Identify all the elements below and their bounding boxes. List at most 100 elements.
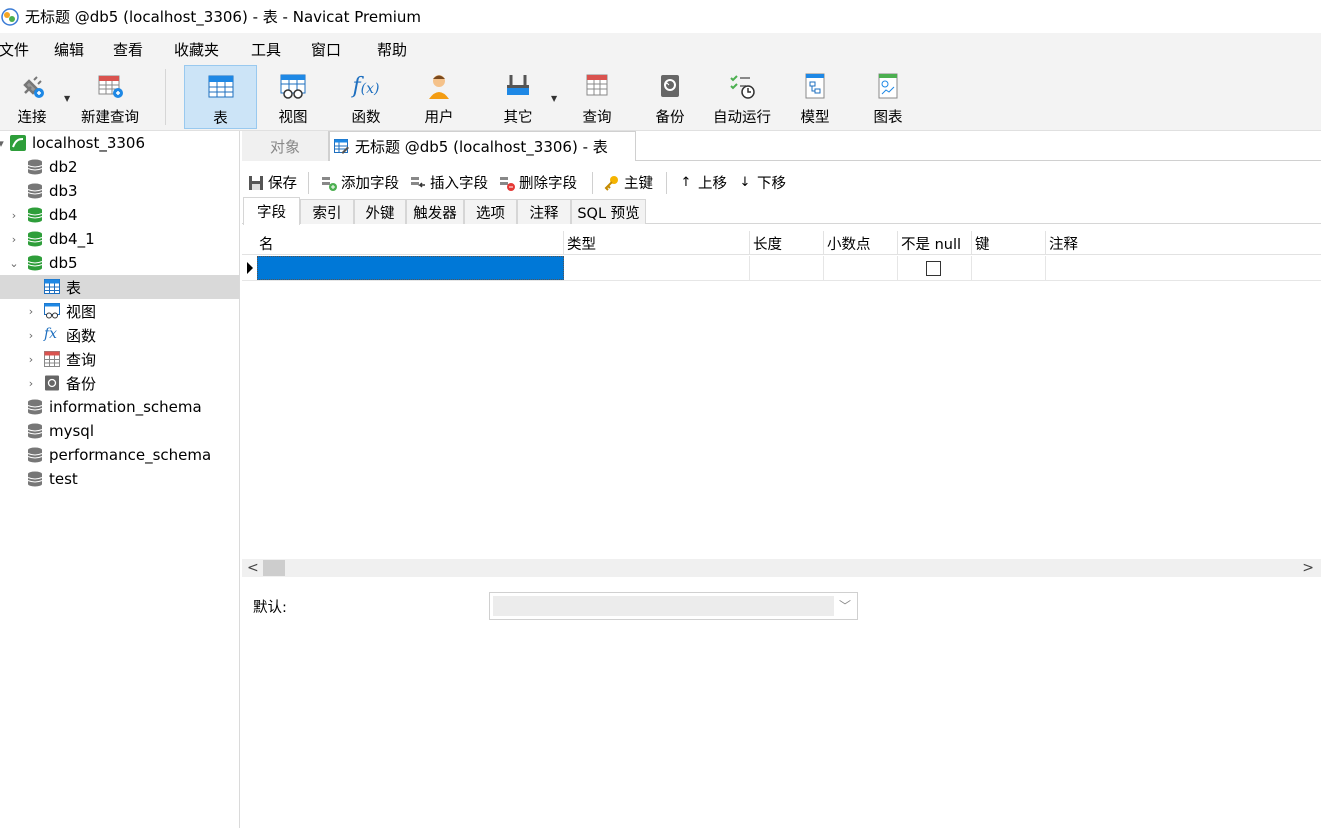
scrollbar-thumb[interactable] — [263, 560, 285, 576]
tab-comment[interactable]: 注释 — [517, 199, 571, 224]
chevron-down-icon[interactable]: ﹀ — [839, 597, 851, 614]
tree-item-backups[interactable]: › 备份 — [0, 371, 239, 395]
other-dropdown-icon[interactable]: ▼ — [551, 94, 557, 103]
tab-fields[interactable]: 字段 — [243, 197, 300, 225]
tree-db-db2[interactable]: db2 — [0, 155, 239, 179]
tree-db-performance-schema[interactable]: performance_schema — [0, 443, 239, 467]
tab-bar-empty — [636, 131, 1321, 161]
tab-table-designer[interactable]: 无标题 @db5 (localhost_3306) - 表 — [329, 131, 636, 161]
scroll-right-icon[interactable]: > — [1302, 560, 1314, 576]
column-header-length[interactable]: 长度 — [750, 231, 824, 255]
chevron-down-icon[interactable]: ▾ — [0, 137, 7, 150]
column-header-not-null[interactable]: 不是 null — [898, 231, 972, 255]
chart-button[interactable]: 图表 — [857, 65, 919, 129]
horizontal-scrollbar[interactable]: < > — [242, 559, 1321, 577]
chevron-right-icon[interactable]: › — [25, 329, 37, 342]
add-field-button[interactable]: 添加字段 — [321, 172, 399, 193]
tree-db-mysql[interactable]: mysql — [0, 419, 239, 443]
tree-item-queries[interactable]: › 查询 — [0, 347, 239, 371]
chevron-right-icon[interactable]: › — [8, 209, 20, 222]
user-button[interactable]: 用户 — [408, 65, 470, 129]
tree-connection-localhost[interactable]: ▾ localhost_3306 — [0, 131, 239, 155]
delete-field-icon — [500, 176, 515, 191]
primary-key-button[interactable]: 主键 — [604, 172, 653, 193]
insert-field-button[interactable]: 插入字段 — [410, 172, 488, 193]
column-header-comment[interactable]: 注释 — [1046, 231, 1321, 255]
field-name-cell[interactable] — [257, 256, 564, 280]
toolbar-separator — [666, 172, 667, 194]
save-icon — [249, 175, 263, 190]
table-design-icon — [334, 138, 349, 154]
not-null-checkbox[interactable] — [926, 261, 941, 276]
database-icon — [27, 447, 43, 463]
tree-item-functions[interactable]: › fx 函数 — [0, 323, 239, 347]
column-header-type[interactable]: 类型 — [564, 231, 750, 255]
main-toolbar: 连接 ▼ 新建查询 表 视图 f(x) 函数 用户 其它 ▼ 查询 备份 自动运… — [0, 65, 1321, 131]
tree-db-information-schema[interactable]: information_schema — [0, 395, 239, 419]
tab-triggers[interactable]: 触发器 — [406, 199, 464, 224]
other-button[interactable]: 其它 — [487, 65, 549, 129]
connect-button[interactable]: 连接 — [2, 65, 62, 129]
tab-objects[interactable]: 对象 — [242, 131, 329, 161]
menu-edit[interactable]: 编辑 — [54, 39, 84, 60]
menu-tools[interactable]: 工具 — [251, 39, 281, 60]
scroll-left-icon[interactable]: < — [247, 560, 259, 576]
tab-indexes[interactable]: 索引 — [300, 199, 354, 224]
view-button[interactable]: 视图 — [262, 65, 324, 129]
grid-header: 名 类型 长度 小数点 不是 null 键 注释 — [242, 231, 1321, 255]
function-icon: fx — [44, 326, 58, 342]
field-length-cell[interactable] — [750, 256, 824, 280]
column-header-name[interactable]: 名 — [256, 231, 564, 255]
delete-field-button[interactable]: 删除字段 — [499, 172, 577, 193]
connect-dropdown-icon[interactable]: ▼ — [64, 94, 70, 103]
backup-button[interactable]: 备份 — [639, 65, 701, 129]
query-button[interactable]: 查询 — [566, 65, 628, 129]
backup-icon — [45, 375, 59, 391]
menu-favorites[interactable]: 收藏夹 — [174, 39, 219, 60]
chevron-right-icon[interactable]: › — [25, 377, 37, 390]
schedule-button[interactable]: 自动运行 — [707, 65, 777, 129]
tree-db-db3[interactable]: db3 — [0, 179, 239, 203]
chevron-right-icon[interactable]: › — [25, 353, 37, 366]
menu-view[interactable]: 查看 — [113, 39, 143, 60]
tab-foreign-keys[interactable]: 外键 — [354, 199, 406, 224]
default-value-select[interactable]: ﹀ — [489, 592, 858, 620]
field-key-cell[interactable] — [972, 256, 1046, 280]
chevron-right-icon[interactable]: › — [25, 305, 37, 318]
tree-db-db4-1[interactable]: › db4_1 — [0, 227, 239, 251]
model-button[interactable]: 模型 — [784, 65, 846, 129]
document-tab-bar: 对象 无标题 @db5 (localhost_3306) - 表 — [242, 131, 1321, 161]
backup-icon — [655, 71, 685, 101]
tree-db-db4[interactable]: › db4 — [0, 203, 239, 227]
chevron-down-icon[interactable]: ⌄ — [8, 257, 20, 270]
column-header-key[interactable]: 键 — [972, 231, 1046, 255]
move-up-button[interactable]: ↑ 上移 — [678, 172, 727, 193]
move-down-button[interactable]: ↓ 下移 — [737, 172, 786, 193]
tab-options[interactable]: 选项 — [464, 199, 517, 224]
function-button[interactable]: f(x) 函数 — [335, 65, 397, 129]
chevron-right-icon[interactable]: › — [8, 233, 20, 246]
table-row[interactable] — [242, 256, 1321, 281]
view-icon — [278, 71, 308, 101]
navigation-tree: ▾ localhost_3306 db2 db3 › db4 › db4_1 ⌄… — [0, 131, 240, 828]
database-open-icon — [27, 231, 43, 247]
menu-help[interactable]: 帮助 — [377, 39, 407, 60]
tree-item-tables[interactable]: 表 — [0, 275, 239, 299]
save-button[interactable]: 保存 — [248, 172, 297, 193]
tree-item-views[interactable]: › 视图 — [0, 299, 239, 323]
column-header-decimals[interactable]: 小数点 — [824, 231, 898, 255]
tree-db-test[interactable]: test — [0, 467, 239, 491]
table-button[interactable]: 表 — [184, 65, 257, 129]
field-type-cell[interactable] — [564, 256, 750, 280]
tree-db-db5[interactable]: ⌄ db5 — [0, 251, 239, 275]
tab-sql-preview[interactable]: SQL 预览 — [571, 199, 646, 224]
current-row-indicator-icon — [247, 262, 253, 274]
new-query-button[interactable]: 新建查询 — [78, 65, 142, 129]
default-value-input[interactable] — [493, 596, 834, 616]
field-comment-cell[interactable] — [1046, 256, 1321, 280]
fields-grid: 名 类型 长度 小数点 不是 null 键 注释 — [242, 231, 1321, 559]
field-decimals-cell[interactable] — [824, 256, 898, 280]
menu-window[interactable]: 窗口 — [311, 39, 341, 60]
menu-file[interactable]: 文件 — [0, 39, 29, 60]
insert-field-icon — [411, 176, 425, 188]
